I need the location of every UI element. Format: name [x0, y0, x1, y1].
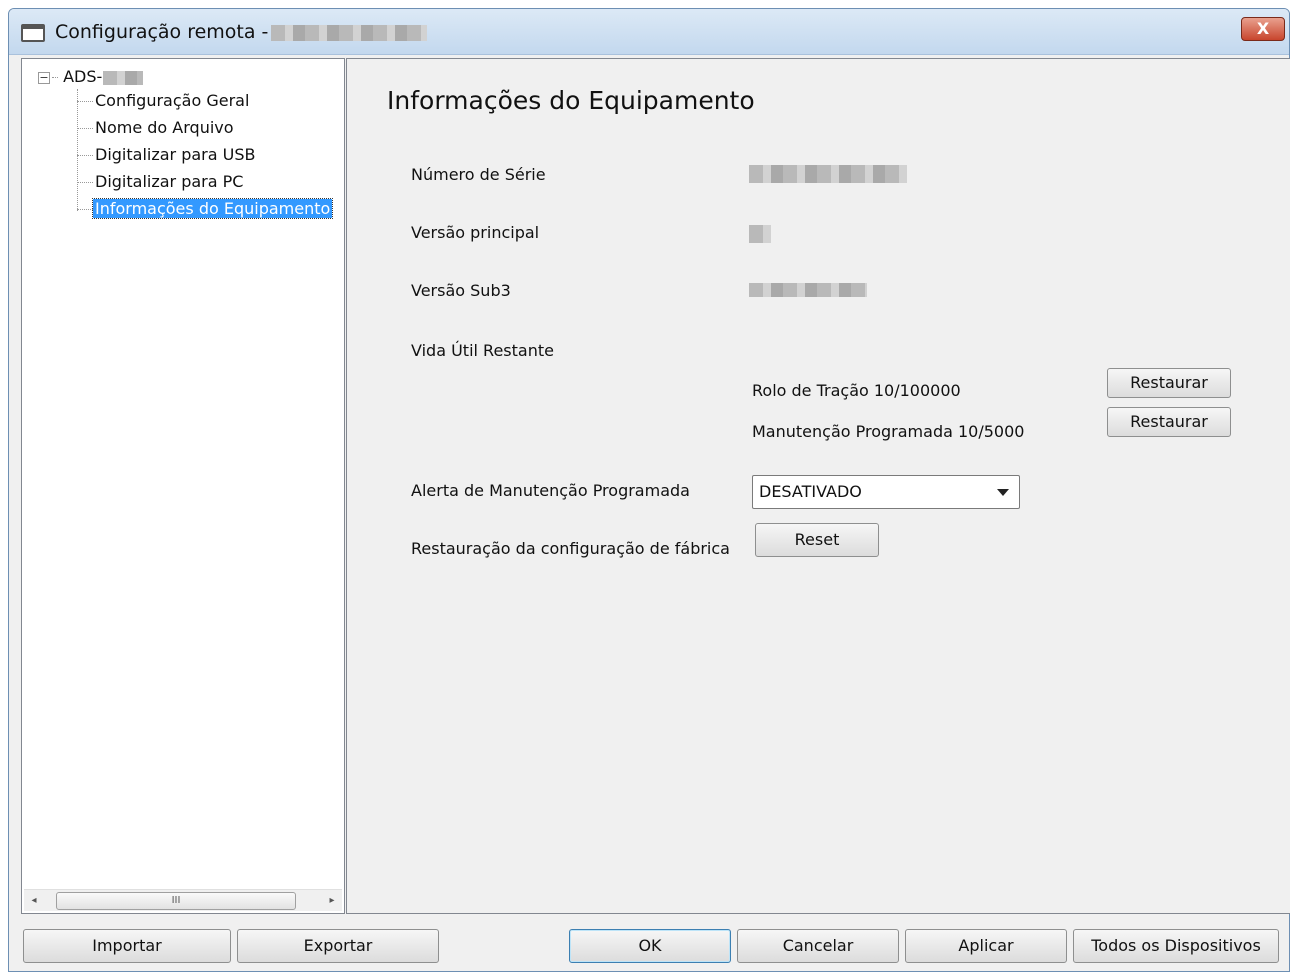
- settings-panel: Informações do Equipamento Número de Sér…: [346, 58, 1290, 914]
- redacted-main-version: [749, 225, 771, 243]
- redacted-device-name: [271, 25, 427, 41]
- close-button[interactable]: X: [1241, 17, 1285, 41]
- remaining-life-label: Vida Útil Restante: [411, 341, 554, 360]
- ok-button[interactable]: OK: [569, 929, 731, 963]
- scroll-right-icon[interactable]: ▸: [324, 893, 340, 909]
- restore-scheduled-maintenance-button[interactable]: Restaurar: [1107, 407, 1231, 437]
- scheduled-maintenance-counter: Manutenção Programada 10/5000: [752, 422, 1025, 441]
- maintenance-alert-label: Alerta de Manutenção Programada: [411, 481, 690, 500]
- redacted-sub3-version: [749, 283, 867, 297]
- navigation-tree: − ADS- Configuração Geral Nome do Arquiv…: [21, 58, 345, 914]
- import-button[interactable]: Importar: [23, 929, 231, 963]
- collapse-icon[interactable]: −: [38, 71, 50, 84]
- tree-root-item[interactable]: − ADS-: [38, 67, 144, 86]
- scroll-left-icon[interactable]: ◂: [26, 893, 42, 909]
- apply-button[interactable]: Aplicar: [905, 929, 1067, 963]
- cancel-button[interactable]: Cancelar: [737, 929, 899, 963]
- serial-number-label: Número de Série: [411, 165, 546, 184]
- restore-pick-roller-button[interactable]: Restaurar: [1107, 368, 1231, 398]
- sub3-version-label: Versão Sub3: [411, 281, 511, 300]
- remote-setup-window: Configuração remota - X − ADS- Configura…: [8, 8, 1290, 972]
- redacted-model: [103, 70, 144, 85]
- scrollbar-thumb[interactable]: III: [56, 892, 296, 910]
- export-button[interactable]: Exportar: [237, 929, 439, 963]
- window-title: Configuração remota -: [55, 21, 269, 43]
- pick-roller-counter: Rolo de Tração 10/100000: [752, 381, 961, 400]
- all-devices-button[interactable]: Todos os Dispositivos: [1073, 929, 1279, 963]
- tree-item-digitalizar-pc[interactable]: Digitalizar para PC: [77, 170, 245, 194]
- tree-item-nome-do-arquivo[interactable]: Nome do Arquivo: [77, 116, 236, 140]
- horizontal-scrollbar[interactable]: ◂ III ▸: [24, 889, 342, 911]
- main-version-label: Versão principal: [411, 223, 540, 242]
- factory-reset-label: Restauração da configuração de fábrica: [411, 539, 730, 558]
- window-app-icon: [21, 24, 45, 42]
- factory-reset-button[interactable]: Reset: [755, 523, 879, 557]
- chevron-down-icon: [997, 489, 1009, 496]
- redacted-serial-number: [749, 165, 907, 183]
- maintenance-alert-value: DESATIVADO: [759, 482, 862, 501]
- tree-item-informacoes-equipamento[interactable]: Informações do Equipamento: [77, 197, 334, 221]
- title-bar: Configuração remota - X: [9, 9, 1289, 55]
- tree-item-configuracao-geral[interactable]: Configuração Geral: [77, 89, 251, 113]
- maintenance-alert-dropdown[interactable]: DESATIVADO: [752, 475, 1020, 509]
- tree-root-label: ADS-: [63, 67, 103, 86]
- tree-item-digitalizar-usb[interactable]: Digitalizar para USB: [77, 143, 257, 167]
- page-title: Informações do Equipamento: [387, 86, 755, 115]
